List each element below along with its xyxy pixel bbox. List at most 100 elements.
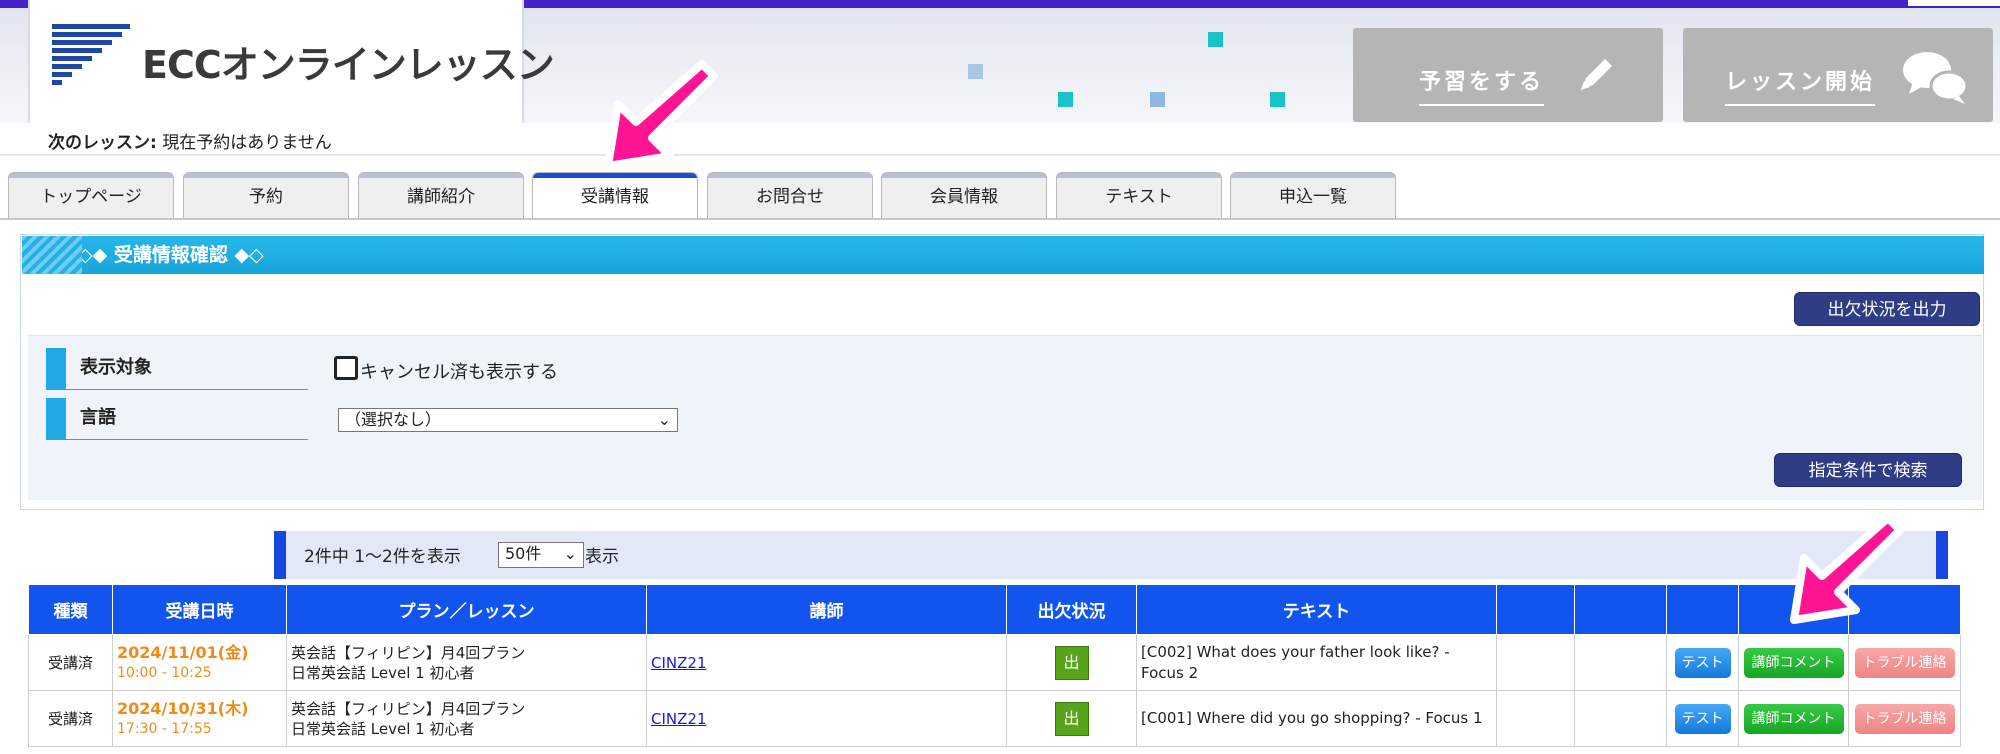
lesson-plan: 英会話【フィリピン】月4回プラン 日常英会話 Level 1 初心者	[286, 690, 647, 747]
next-lesson-value: 現在予約はありません	[162, 133, 332, 153]
next-lesson-info: 次のレッスン: 現在予約はありません	[48, 128, 332, 153]
empty-cell	[1496, 690, 1575, 747]
comment-cell: 講師コメント	[1738, 690, 1849, 747]
attendance-cell: 出	[1006, 634, 1137, 691]
table-row: 受講済 2024/11/01(金) 10:00 - 10:25 英会話【フィリピ…	[28, 634, 1961, 691]
decor-square	[1208, 32, 1223, 47]
empty-cell	[1574, 690, 1667, 747]
attendance-badge: 出	[1054, 645, 1089, 680]
tab-top-page[interactable]: トップページ	[8, 172, 174, 218]
test-button[interactable]: テスト	[1674, 647, 1731, 678]
trouble-cell: トラブル連絡	[1848, 634, 1961, 691]
top-stripe-gap	[1908, 0, 2000, 6]
language-label: 言語	[46, 398, 308, 440]
column-header	[1574, 584, 1667, 635]
per-page-select[interactable]: 50件 ⌄	[498, 542, 584, 568]
teacher-comment-button[interactable]: 講師コメント	[1743, 647, 1844, 678]
lesson-date: 2024/11/01(金)	[117, 642, 249, 662]
show-cancelled-checkbox[interactable]	[334, 356, 358, 380]
teacher-link[interactable]: CINZ21	[651, 654, 706, 672]
next-lesson-label: 次のレッスン:	[48, 133, 157, 153]
plan-name: 英会話【フィリピン】月4回プラン	[291, 643, 526, 662]
trouble-report-button[interactable]: トラブル連絡	[1854, 647, 1955, 678]
section-title: ◇◆ 受講情報確認 ◆◇	[22, 236, 1984, 274]
show-cancelled-label[interactable]: キャンセル済も表示する	[360, 358, 558, 384]
teacher-cell: CINZ21	[646, 634, 1007, 691]
section-title-decor	[22, 236, 82, 274]
export-attendance-button[interactable]: 出欠状況を出力	[1794, 292, 1980, 326]
prepare-button-label: 予習をする	[1419, 64, 1545, 106]
column-header: 出欠状況	[1006, 584, 1137, 635]
text-material: [C002] What does your father look like? …	[1136, 634, 1497, 691]
chat-bubbles-icon	[1903, 52, 1969, 104]
column-header	[1666, 584, 1739, 635]
lesson-type: 受講済	[28, 634, 113, 691]
prepare-button[interactable]: 予習をする	[1353, 28, 1663, 122]
lesson-level: 日常英会話 Level 1 初心者	[291, 663, 475, 682]
teacher-comment-button[interactable]: 講師コメント	[1743, 703, 1844, 734]
start-lesson-button-label: レッスン開始	[1725, 64, 1876, 106]
test-cell: テスト	[1666, 690, 1739, 747]
tab-applications[interactable]: 申込一覧	[1230, 172, 1396, 218]
text-material: [C001] Where did you go shopping? - Focu…	[1136, 690, 1497, 747]
column-header: 種類	[28, 584, 113, 635]
annotation-arrow-icon	[1790, 514, 1904, 624]
lesson-history-table: 種類 受講日時 プラン／レッスン 講師 出欠状況 テキスト 受講済 2024/1…	[28, 584, 1961, 747]
lesson-date: 2024/10/31(木)	[117, 698, 249, 718]
pager-suffix: 表示	[585, 547, 619, 567]
table-header-row: 種類 受講日時 プラン／レッスン 講師 出欠状況 テキスト	[28, 584, 1961, 635]
table-row: 受講済 2024/10/31(木) 17:30 - 17:55 英会話【フィリピ…	[28, 690, 1961, 747]
comment-cell: 講師コメント	[1738, 634, 1849, 691]
column-header: 講師	[646, 584, 1007, 635]
test-cell: テスト	[1666, 634, 1739, 691]
chevron-down-icon: ⌄	[657, 410, 671, 429]
attendance-cell: 出	[1006, 690, 1137, 747]
decor-square	[968, 64, 983, 79]
lesson-datetime: 2024/11/01(金) 10:00 - 10:25	[112, 634, 287, 691]
filter-form	[28, 335, 1982, 500]
tab-text[interactable]: テキスト	[1056, 172, 1222, 218]
attendance-badge: 出	[1054, 701, 1089, 736]
tab-instructors[interactable]: 講師紹介	[358, 172, 524, 218]
pager-summary: 2件中 1〜2件を表示	[304, 547, 461, 567]
header: ECCオンラインレッスン 予習をする レッスン開始	[0, 0, 2000, 123]
test-button[interactable]: テスト	[1674, 703, 1731, 734]
lesson-time: 17:30 - 17:55	[117, 720, 212, 737]
teacher-link[interactable]: CINZ21	[651, 710, 706, 728]
column-header: テキスト	[1136, 584, 1497, 635]
trouble-cell: トラブル連絡	[1848, 690, 1961, 747]
column-header: 受講日時	[112, 584, 287, 635]
display-target-label: 表示対象	[46, 348, 308, 390]
ecc-logo-mark-icon	[52, 24, 130, 85]
annotation-arrow-icon	[604, 60, 718, 170]
page: ECCオンラインレッスン 予習をする レッスン開始 次のレッスン: 現在予約はあ…	[0, 0, 2000, 754]
decor-square	[1150, 92, 1165, 107]
empty-cell	[1574, 634, 1667, 691]
tab-reservation[interactable]: 予約	[183, 172, 349, 218]
column-header: プラン／レッスン	[286, 584, 647, 635]
chevron-down-icon: ⌄	[563, 544, 577, 563]
decor-square	[1270, 92, 1285, 107]
empty-cell	[1496, 634, 1575, 691]
logo-text: ECCオンラインレッスン	[142, 43, 555, 87]
per-page-value: 50件	[505, 544, 542, 563]
tab-member-info[interactable]: 会員情報	[881, 172, 1047, 218]
start-lesson-button[interactable]: レッスン開始	[1683, 28, 1993, 122]
lesson-level: 日常英会話 Level 1 初心者	[291, 719, 475, 738]
tab-contact[interactable]: お問合せ	[707, 172, 873, 218]
lesson-time: 10:00 - 10:25	[117, 664, 212, 681]
lesson-plan: 英会話【フィリピン】月4回プラン 日常英会話 Level 1 初心者	[286, 634, 647, 691]
header-divider	[0, 154, 2000, 156]
search-button[interactable]: 指定条件で検索	[1774, 453, 1962, 487]
decor-square	[1058, 92, 1073, 107]
trouble-report-button[interactable]: トラブル連絡	[1854, 703, 1955, 734]
plan-name: 英会話【フィリピン】月4回プラン	[291, 699, 526, 718]
lesson-datetime: 2024/10/31(木) 17:30 - 17:55	[112, 690, 287, 747]
tabs-baseline	[0, 218, 2000, 220]
logo[interactable]: ECCオンラインレッスン	[28, 0, 555, 123]
lesson-type: 受講済	[28, 690, 113, 747]
language-select[interactable]: （選択なし） ⌄	[338, 408, 678, 432]
pencil-icon	[1581, 59, 1612, 90]
teacher-cell: CINZ21	[646, 690, 1007, 747]
language-select-value: （選択なし）	[345, 410, 442, 429]
